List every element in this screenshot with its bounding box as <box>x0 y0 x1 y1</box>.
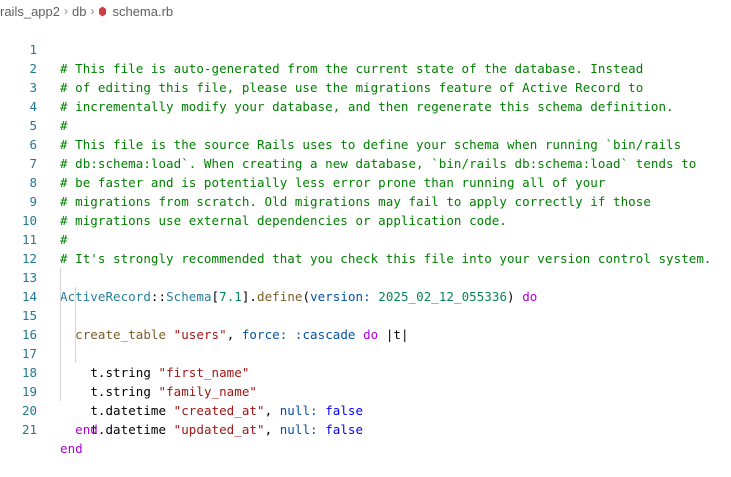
code-line: 8 # migrations from scratch. Old migrati… <box>0 154 731 209</box>
code-line: 15 t.string "first_name" <box>0 287 731 380</box>
indent-guide <box>60 382 61 401</box>
code-text: end <box>60 439 83 458</box>
code-method-call: t.datetime <box>90 422 167 437</box>
chevron-right-icon: › <box>64 4 68 18</box>
code-punct: , <box>264 422 273 437</box>
breadcrumb: rails_app2 › db › schema.rb <box>0 0 731 22</box>
code-line: 12 <box>0 230 731 266</box>
code-line: 21 end <box>0 401 731 456</box>
code-line: 16 t.string "family_name" <box>0 306 731 399</box>
code-text: end <box>60 420 98 439</box>
code-string: "updated_at" <box>173 422 265 437</box>
breadcrumb-item-db[interactable]: db <box>72 4 86 19</box>
indent-guide <box>75 306 76 325</box>
code-line: 11 # It's strongly recommended that you … <box>0 211 731 266</box>
code-line: 6 # db:schema:load`. When creating a new… <box>0 116 731 171</box>
code-line: 13 ActiveRecord::Schema[7.1].define(vers… <box>0 249 731 304</box>
ruby-file-icon <box>99 6 107 16</box>
breadcrumb-item-rails-app2[interactable]: rails_app2 <box>0 4 60 19</box>
code-line: 18 t.datetime "updated_at", null: false <box>0 344 731 437</box>
code-keyword: end <box>60 441 83 456</box>
code-line: 9 # migrations use external dependencies… <box>0 173 731 228</box>
indent-guide <box>60 306 61 325</box>
code-line: 14 create_table "users", force: :cascade… <box>0 268 731 342</box>
code-keyword: end <box>75 422 98 437</box>
line-number: 21 <box>21 422 37 437</box>
indent-guide <box>60 363 61 382</box>
code-line: 20 <box>0 382 731 418</box>
code-line: 5 # This file is the source Rails uses t… <box>0 97 731 152</box>
indent-guide <box>75 287 76 306</box>
breadcrumb-file-label: schema.rb <box>112 3 174 19</box>
indent-guide <box>60 325 61 344</box>
indent-guide <box>75 325 76 344</box>
indent-guide <box>75 344 76 363</box>
code-text: t.datetime "updated_at", null: false <box>60 420 363 439</box>
code-line: 3 # incrementally modify your database, … <box>0 59 731 114</box>
code-line: 4 # <box>0 78 731 133</box>
code-line: 19 end <box>0 363 731 437</box>
code-line: 10 # <box>0 192 731 247</box>
code-line: 1 # This file is auto-generated from the… <box>0 21 731 76</box>
indent-guide <box>60 268 61 287</box>
code-editor[interactable]: 1 # This file is auto-generated from the… <box>0 21 731 456</box>
breadcrumb-item-schema-rb[interactable]: schema.rb <box>98 4 173 19</box>
indent-guide <box>60 344 61 363</box>
code-line: 7 # be faster and is potentially less er… <box>0 135 731 190</box>
code-line: 2 # of editing this file, please use the… <box>0 40 731 95</box>
code-symbol-key: null: <box>279 422 318 437</box>
indent-guide <box>60 287 61 306</box>
code-boolean: false <box>325 422 364 437</box>
chevron-right-icon: › <box>90 4 95 18</box>
code-line: 17 t.datetime "created_at", null: false <box>0 325 731 418</box>
